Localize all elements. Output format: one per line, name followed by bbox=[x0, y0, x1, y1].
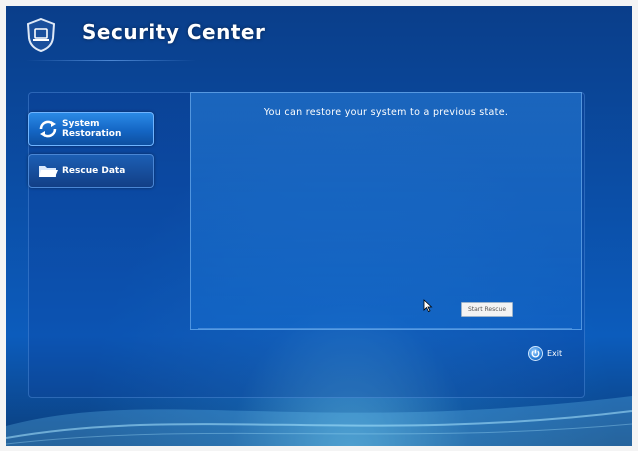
sidebar-item-rescue-data[interactable]: Rescue Data bbox=[28, 154, 154, 188]
sidebar-item-label: Rescue Data bbox=[62, 166, 126, 176]
exit-button[interactable]: Exit bbox=[528, 346, 562, 361]
sidebar-item-system-restoration[interactable]: System Restoration bbox=[28, 112, 154, 146]
restore-message: You can restore your system to a previou… bbox=[263, 107, 509, 118]
content-divider bbox=[198, 328, 572, 329]
mouse-cursor-icon bbox=[423, 297, 433, 313]
shield-icon bbox=[26, 17, 56, 53]
app-title: Security Center bbox=[82, 20, 266, 44]
power-icon bbox=[528, 346, 543, 361]
refresh-icon bbox=[37, 120, 59, 138]
content-panel: You can restore your system to a previou… bbox=[190, 92, 582, 330]
sidebar-item-label: System Restoration bbox=[62, 119, 122, 139]
header-divider bbox=[26, 60, 196, 61]
exit-label: Exit bbox=[547, 349, 563, 358]
start-rescue-button[interactable]: Start Rescue bbox=[461, 302, 513, 317]
desktop-screen: Security Center System Restoration Rescu… bbox=[6, 6, 632, 446]
folder-icon bbox=[37, 162, 59, 180]
